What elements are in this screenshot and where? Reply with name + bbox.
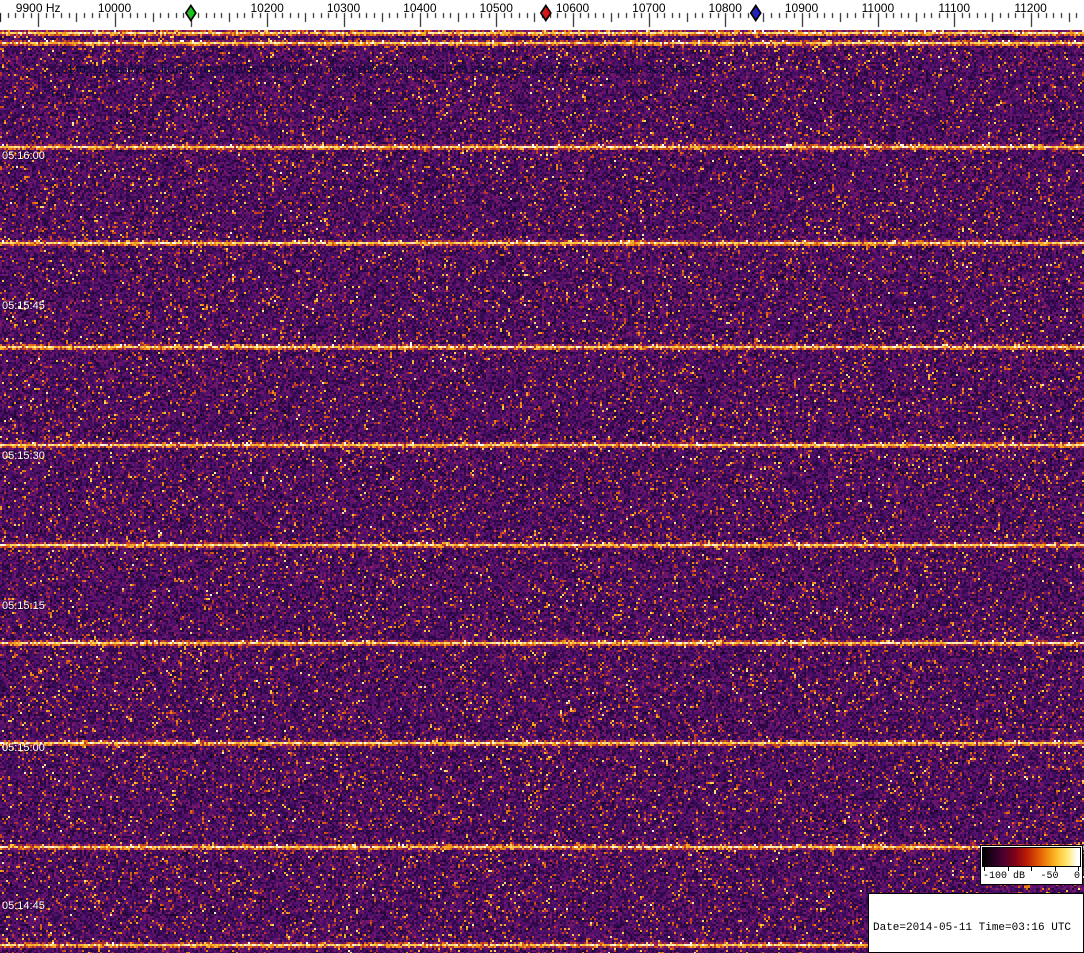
info-date-time: Date=2014-05-11 Time=03:16 UTC [873, 922, 1072, 934]
frequency-ruler: 9900 Hz 10000 10200 10300 10400 10500 10600 107… [0, 0, 1084, 30]
freq-label-10700: 10700 [632, 1, 666, 15]
time-label-051515: 05:15:15 [2, 600, 45, 612]
freq-label-11100: 11100 [938, 1, 971, 15]
observation-info-box: Date=2014-05-11 Time=03:16 UTC Freq=143 … [868, 893, 1084, 953]
db-label-min: -100 dB [983, 871, 1026, 882]
time-label-051445: 05:14:45 [2, 900, 45, 912]
freq-label-9900: 9900 Hz [15, 1, 61, 15]
legend-tick [1031, 867, 1032, 871]
spectrogram-view: 9900 Hz 10000 10200 10300 10400 10500 10600 107… [0, 0, 1084, 953]
freq-label-10000: 10000 [97, 1, 132, 15]
detection-parameters-text: 20140511031605852 hCnt10 nb-85 f10597 hi… [55, 64, 690, 76]
time-label-051500: 05:15:00 [2, 742, 45, 754]
db-scale-legend: -100 dB -50 0 [980, 845, 1083, 885]
freq-label-10900: 10900 [784, 1, 819, 15]
time-label-051600: 05:16:00 [2, 150, 45, 162]
freq-label-10600: 10600 [555, 1, 590, 15]
db-gradient-bar [982, 847, 1081, 867]
freq-label-11000: 11000 [861, 1, 895, 15]
freq-label-10300: 10300 [326, 1, 361, 15]
time-label-051545: 05:15:45 [2, 300, 45, 312]
freq-label-10500: 10500 [479, 1, 513, 15]
freq-label-11200: 11200 [1014, 1, 1047, 15]
db-scale-labels: -100 dB -50 0 [982, 871, 1081, 884]
spectrogram-area: 20140511031605852 hCnt10 nb-85 f10597 hi… [0, 30, 1084, 953]
time-label-051530: 05:15:30 [2, 450, 45, 462]
spectrogram-noise-canvas [0, 30, 1084, 953]
freq-label-10200: 10200 [250, 1, 284, 15]
time-offset-text: ^t+05 [46, 88, 73, 100]
freq-label-10800: 10800 [708, 1, 742, 15]
db-label-mid: -50 [1040, 871, 1059, 882]
freq-label-10400: 10400 [403, 1, 437, 15]
db-label-max: 0 [1073, 871, 1080, 882]
